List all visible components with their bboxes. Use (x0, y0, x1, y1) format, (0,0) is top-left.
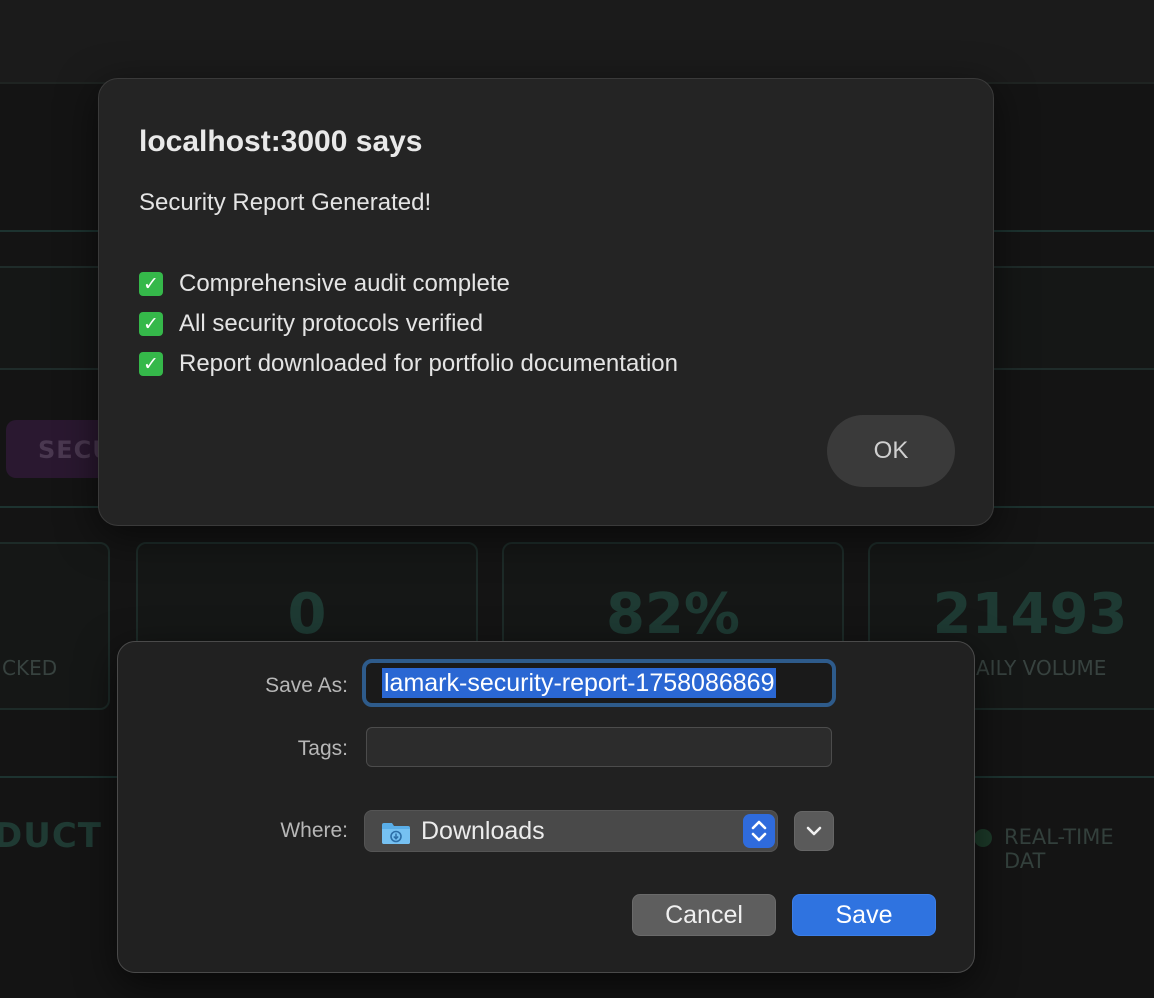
stat-value: 0 (287, 582, 327, 647)
where-select[interactable]: Downloads (364, 810, 778, 852)
alert-line: ✓ Comprehensive audit complete (139, 268, 510, 300)
realtime-label: REAL-TIME DAT (1004, 825, 1114, 873)
cancel-button[interactable]: Cancel (632, 894, 776, 936)
screen: SECU CKED 0 82% 21493 AILY VOLUME DUCT P… (0, 0, 1154, 998)
alert-line-text: Report downloaded for portfolio document… (179, 350, 678, 377)
where-label: Where: (280, 819, 348, 842)
stat-value: 21493 (932, 582, 1128, 647)
save-as-field[interactable]: lamark-security-report-1758086869 (362, 659, 836, 707)
check-mark-icon: ✓ (139, 352, 163, 376)
chevron-down-icon (806, 826, 822, 836)
check-mark-icon: ✓ (139, 312, 163, 336)
stat-value: 82% (605, 582, 741, 647)
alert-line: ✓ Report downloaded for portfolio docume… (139, 348, 678, 380)
ok-button[interactable]: OK (827, 415, 955, 487)
status-dot-icon (974, 829, 992, 847)
save-as-label: Save As: (265, 674, 348, 697)
expand-dialog-button[interactable] (794, 811, 834, 851)
browser-top-bar (0, 0, 1154, 84)
save-dialog: Save As: lamark-security-report-17580868… (117, 641, 975, 973)
tags-field[interactable] (366, 727, 832, 767)
alert-line-text: All security protocols verified (179, 310, 484, 337)
alert-dialog: localhost:3000 says Security Report Gene… (98, 78, 994, 526)
downloads-folder-icon (382, 823, 410, 844)
alert-line-text: Comprehensive audit complete (179, 270, 510, 297)
stat-card-blocked: CKED (0, 542, 110, 710)
check-mark-icon: ✓ (139, 272, 163, 296)
stat-label: CKED (2, 656, 58, 680)
alert-line: ✓ All security protocols verified (139, 308, 483, 340)
updown-chevron-icon (743, 814, 775, 848)
where-value: Downloads (421, 817, 545, 845)
save-button[interactable]: Save (792, 894, 936, 936)
stat-label: AILY VOLUME (976, 656, 1107, 680)
alert-title: localhost:3000 says (139, 125, 423, 158)
alert-message: Security Report Generated! (139, 189, 432, 216)
save-as-value: lamark-security-report-1758086869 (382, 668, 777, 698)
tags-label: Tags: (297, 737, 348, 760)
